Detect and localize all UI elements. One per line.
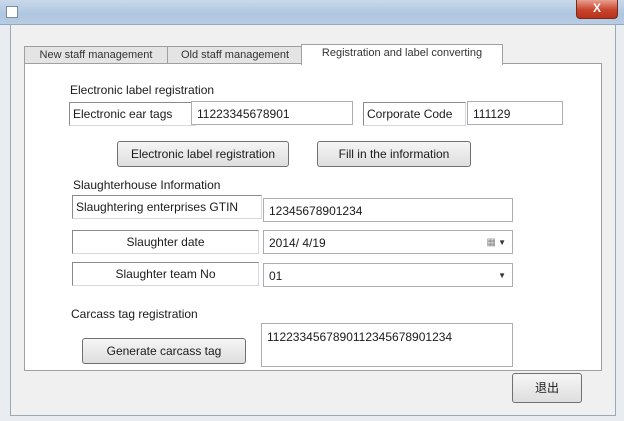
tab-new-staff-management[interactable]: New staff management xyxy=(24,46,168,64)
calendar-icon[interactable]: ▦ xyxy=(487,231,496,253)
ear-tags-input[interactable]: 11223345678901 xyxy=(191,101,353,125)
close-button[interactable]: X xyxy=(576,0,618,19)
electronic-label-registration-button[interactable]: Electronic label registration xyxy=(117,141,289,167)
slaughter-team-label: Slaughter team No xyxy=(72,262,259,286)
slaughterhouse-section-title: Slaughterhouse Information xyxy=(73,178,221,192)
electronic-label-section-title: Electronic label registration xyxy=(70,83,215,97)
slaughter-date-picker[interactable]: 2014/ 4/19 ▦ ▼ xyxy=(263,230,513,254)
chevron-down-icon[interactable]: ▼ xyxy=(498,231,506,253)
slaughter-date-label: Slaughter date xyxy=(72,230,259,254)
title-bar: X xyxy=(0,0,624,25)
carcass-section-title: Carcass tag registration xyxy=(71,307,198,321)
tab-panel: Electronic label registration Electronic… xyxy=(24,63,602,371)
tab-old-staff-management[interactable]: Old staff management xyxy=(167,46,303,64)
gtin-input[interactable]: 12345678901234 xyxy=(263,198,513,222)
slaughter-date-value: 2014/ 4/19 xyxy=(269,236,326,250)
app-icon xyxy=(6,6,18,18)
slaughter-team-select[interactable]: 01 ▼ xyxy=(263,263,513,287)
corporate-code-label: Corporate Code xyxy=(363,102,466,126)
chevron-down-icon[interactable]: ▼ xyxy=(498,264,506,286)
carcass-tag-output[interactable]: 1122334567890112345678901234 xyxy=(261,323,513,367)
exit-button[interactable]: 退出 xyxy=(512,373,582,403)
gtin-label: Slaughtering enterprises GTIN xyxy=(72,195,262,219)
ear-tags-label: Electronic ear tags xyxy=(69,102,196,126)
slaughter-team-value: 01 xyxy=(269,269,283,283)
fill-information-button[interactable]: Fill in the information xyxy=(317,141,471,167)
generate-carcass-tag-button[interactable]: Generate carcass tag xyxy=(82,338,246,364)
tab-registration-label-converting[interactable]: Registration and label converting xyxy=(301,44,503,65)
corporate-code-input[interactable]: 111129 xyxy=(467,101,563,125)
